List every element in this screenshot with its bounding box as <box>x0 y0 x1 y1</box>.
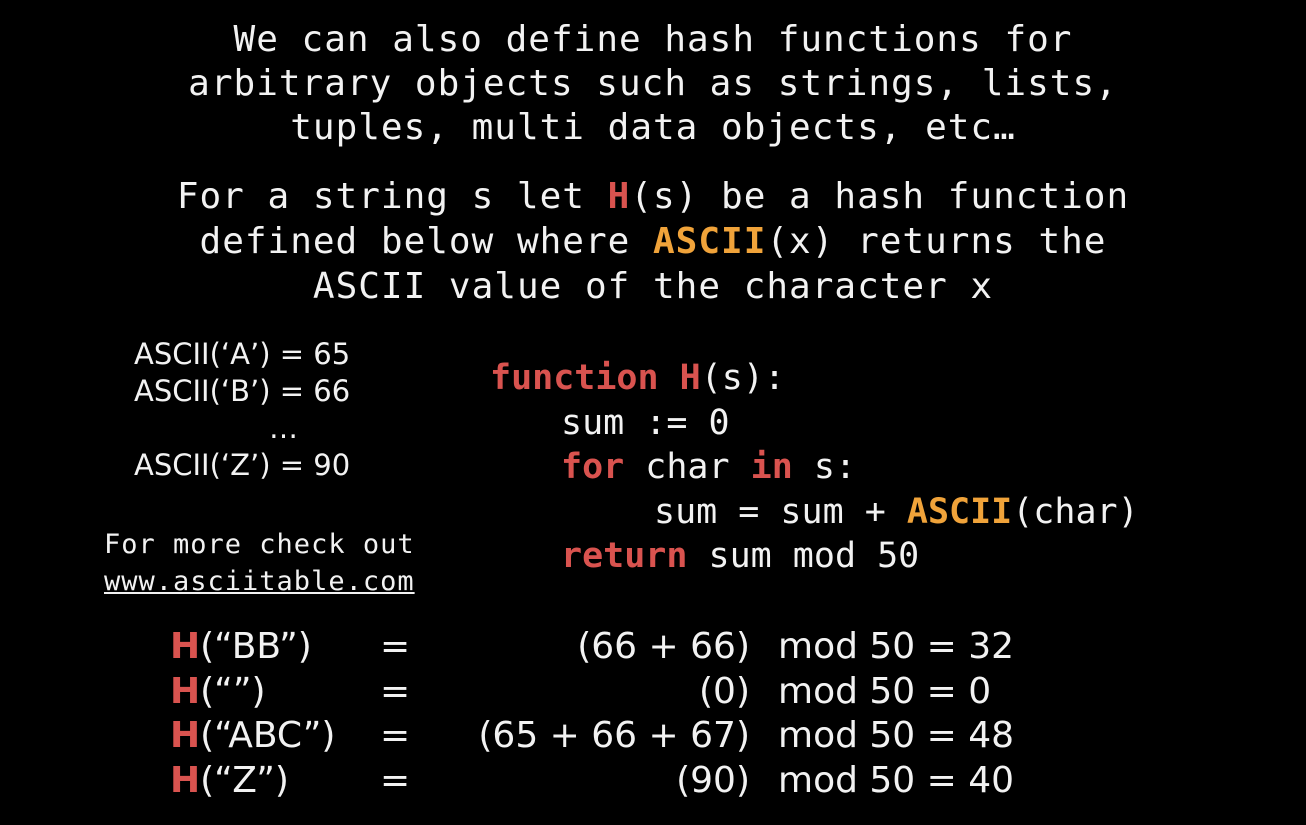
code-sum-update-post: (char) <box>1012 491 1139 532</box>
example-expr: (65 + 66 + 67) <box>478 715 750 756</box>
more-info: For more check out www.asciitable.com <box>104 526 415 600</box>
code-line-sum-update: sum = sum + ASCII(char) <box>490 490 1139 535</box>
ascii-value-list: ASCII(‘A’) = 65 ASCII(‘B’) = 66 … ASCII(… <box>134 336 350 484</box>
code-ascii-call: ASCII <box>906 491 1013 532</box>
example-row: H(“ABC”) = (65 + 66 + 67) mod 50 = 48 <box>170 714 1070 759</box>
example-equals: = <box>380 670 411 712</box>
example-arg: (“BB”) <box>200 626 312 667</box>
hash-function-name: H <box>607 176 631 217</box>
hash-function-code: function H(s): sum := 0 for char in s: s… <box>490 356 1139 579</box>
example-fn: H <box>170 670 201 712</box>
asciitable-link[interactable]: www.asciitable.com <box>104 563 415 600</box>
example-expr: (66 + 66) <box>577 626 750 667</box>
ascii-row: ASCII(‘Z’) = 90 <box>134 448 351 482</box>
example-lhs: H(“”) <box>170 670 266 715</box>
intro-line-3: tuples, multi data objects, etc… <box>290 107 1016 148</box>
keyword-return: return <box>561 536 688 576</box>
keyword-function: function <box>490 358 659 398</box>
ascii-row: ASCII(‘B’) = 66 <box>134 374 351 408</box>
example-lhs: H(“BB”) <box>170 625 312 670</box>
example-equals: = <box>380 759 411 801</box>
code-function-name: H <box>679 358 701 398</box>
example-lhs: H(“Z”) <box>170 759 289 804</box>
ascii-row-ellipsis: … <box>269 411 298 445</box>
example-row: H(“Z”) = (90) mod 50 = 40 <box>170 759 1070 804</box>
definition-text-part: For a string s let <box>176 176 608 217</box>
definition-text-part: (s) be a hash function <box>630 176 1130 217</box>
code-line-sum-init: sum := 0 <box>561 402 730 443</box>
example-lhs: H(“ABC”) <box>170 714 335 759</box>
more-info-text: For more check out <box>104 529 415 560</box>
intro-text: We can also define hash functions for ar… <box>0 18 1306 150</box>
example-expr: (0) <box>699 670 750 712</box>
example-result: mod 50 = 48 <box>778 715 1015 756</box>
example-equals: = <box>380 626 411 667</box>
example-result: mod 50 = 32 <box>778 626 1015 667</box>
example-row: H(“BB”) = (66 + 66) mod 50 = 32 <box>170 625 1070 670</box>
code-line-return: return sum mod 50 <box>490 534 1139 579</box>
intro-line-1: We can also define hash functions for <box>233 19 1073 60</box>
example-equals: = <box>380 715 411 756</box>
definition-text-part: defined below where <box>199 221 653 262</box>
ascii-row: ASCII(‘A’) = 65 <box>134 337 351 371</box>
example-expr: (90) <box>676 759 750 801</box>
code-return-rest: sum mod 50 <box>687 536 920 576</box>
code-for-rest: s: <box>792 447 857 487</box>
code-line-signature: function H(s): <box>490 356 1139 401</box>
definition-line-1: For a string s let H(s) be a hash functi… <box>0 174 1306 219</box>
example-row: H(“”) = (0) mod 50 = 0 <box>170 670 1070 715</box>
code-sum-update-pre: sum = sum + <box>654 491 907 532</box>
keyword-for: for <box>561 447 625 487</box>
code-for-var: char <box>624 447 751 487</box>
definition-text-part: (x) returns the <box>766 221 1107 262</box>
example-result: mod 50 = 0 <box>778 670 992 712</box>
code-signature-rest: (s): <box>700 358 786 398</box>
code-line-for: for char in s: <box>490 445 1139 490</box>
example-fn: H <box>170 715 201 756</box>
example-arg: (“ABC”) <box>200 715 336 756</box>
keyword-in: in <box>750 447 793 487</box>
example-arg: (“”) <box>200 670 266 712</box>
hash-examples: H(“BB”) = (66 + 66) mod 50 = 32 H(“”) = … <box>170 625 1070 803</box>
example-fn: H <box>170 759 201 801</box>
definition-line-2: defined below where ASCII(x) returns the <box>0 219 1306 264</box>
ascii-function-name: ASCII <box>653 221 767 262</box>
definition-line-3: ASCII value of the character x <box>312 266 994 307</box>
example-result: mod 50 = 40 <box>778 759 1015 801</box>
definition-text: For a string s let H(s) be a hash functi… <box>0 174 1306 309</box>
example-fn: H <box>170 626 201 667</box>
example-arg: (“Z”) <box>200 759 289 801</box>
intro-line-2: arbitrary objects such as strings, lists… <box>188 63 1118 104</box>
